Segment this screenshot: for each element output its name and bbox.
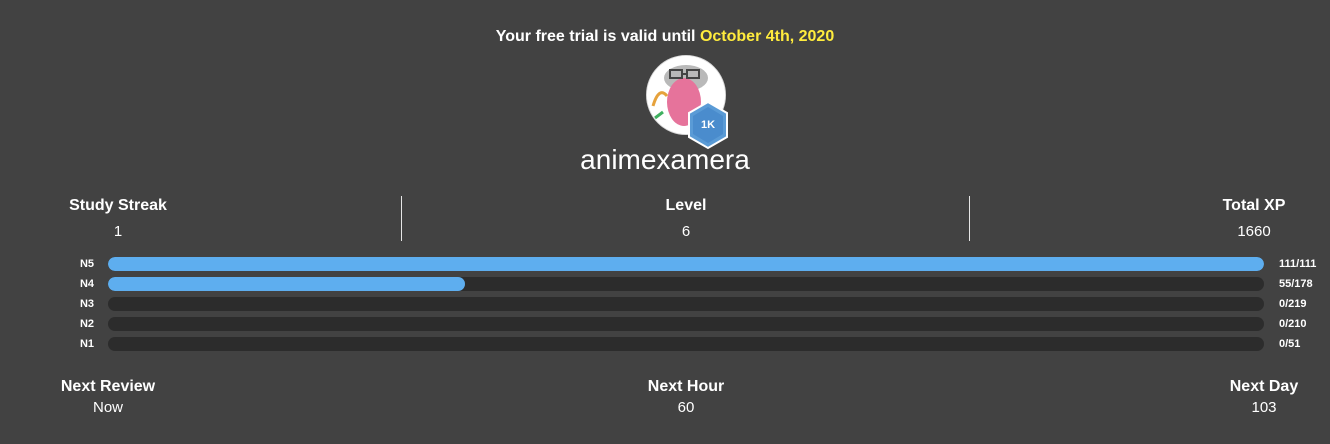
study-streak-stat: Study Streak 1 [48,197,188,240]
progress-level: N1 [79,338,94,350]
next-hour-value: 60 [677,399,695,416]
stat-divider [969,196,970,241]
progress-count: 0/219 [1279,298,1307,310]
study-streak-value: 1 [113,223,123,240]
progress-level: N5 [79,258,94,270]
stat-divider [401,196,402,241]
next-hour-stat: Next Hour 60 [616,378,756,416]
next-day-label: Next Day [1229,378,1299,395]
badge-label: 1K [700,119,716,131]
progress-level: N4 [79,278,94,290]
progress-count: 0/51 [1279,338,1301,350]
next-review-stat[interactable]: Next Review Now [38,378,178,416]
progress-count: 111/111 [1279,258,1317,270]
avatar-container[interactable]: 1K [646,55,730,150]
progress-count: 0/210 [1279,318,1307,330]
next-hour-label: Next Hour [647,378,725,395]
level-value: 6 [681,223,691,240]
progress-fill [108,277,466,291]
trial-prefix: Your free trial is valid until [495,28,696,45]
progress-track [108,297,1264,311]
level-badge: 1K [686,100,730,150]
progress-fill [108,257,1264,271]
next-review-value: Now [92,399,123,416]
progress-track [108,337,1264,351]
progress-row-n1[interactable]: N1 0/51 [0,337,1330,351]
progress-level: N2 [79,318,94,330]
trial-date: October 4th, 2020 [699,28,835,45]
trial-notice: Your free trial is valid until October 4… [0,28,1330,46]
progress-track [108,317,1264,331]
total-xp-label: Total XP [1222,197,1286,214]
next-review-label: Next Review [60,378,156,395]
total-xp-stat: Total XP 1660 [1184,197,1324,240]
progress-track [108,257,1264,271]
next-day-stat: Next Day 103 [1194,378,1330,416]
progress-row-n2[interactable]: N2 0/210 [0,317,1330,331]
total-xp-value: 1660 [1237,223,1271,240]
study-streak-label: Study Streak [69,197,167,214]
progress-row-n3[interactable]: N3 0/219 [0,297,1330,311]
level-label: Level [665,197,707,214]
progress-track [108,277,1264,291]
progress-row-n5[interactable]: N5 111/111 [0,257,1330,271]
progress-count: 55/178 [1279,278,1313,290]
progress-row-n4[interactable]: N4 55/178 [0,277,1330,291]
progress-level: N3 [79,298,94,310]
next-day-value: 103 [1251,399,1277,416]
username: animexamera [580,144,750,175]
level-stat: Level 6 [616,197,756,240]
